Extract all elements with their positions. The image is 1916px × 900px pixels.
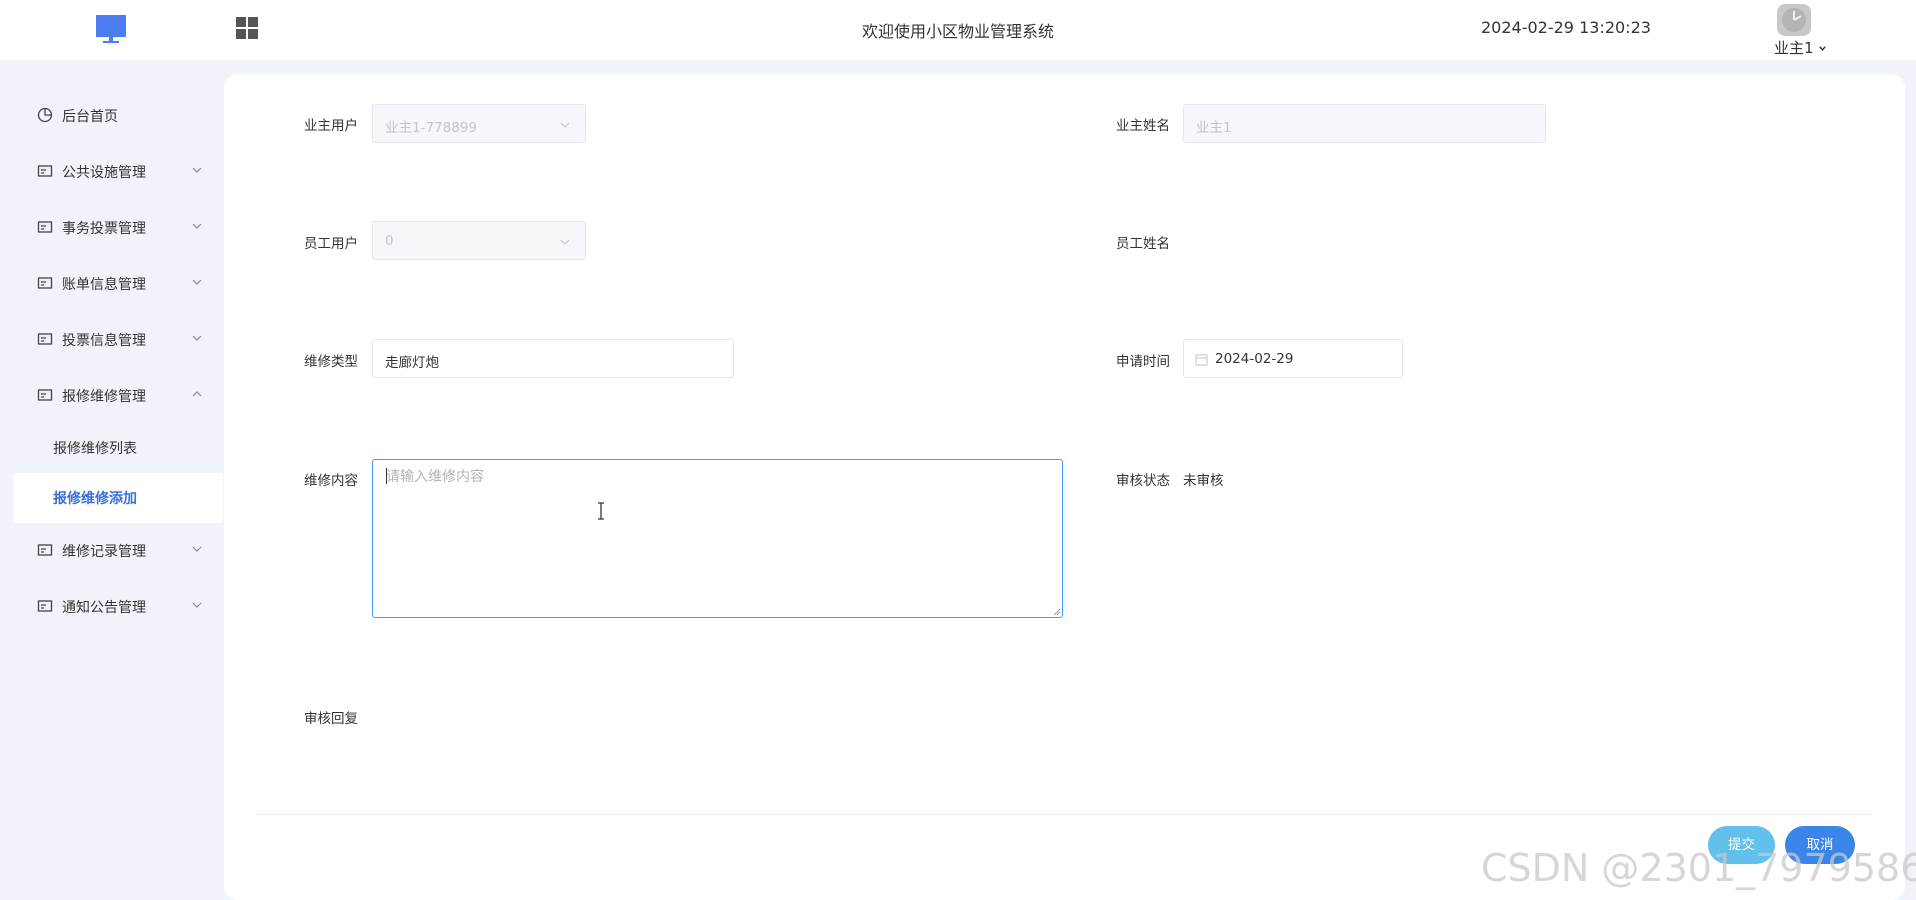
document-icon xyxy=(37,221,53,233)
document-icon xyxy=(37,600,53,612)
sidebar-item-bills[interactable]: 账单信息管理 xyxy=(0,263,224,303)
user-name: 业主1 xyxy=(1774,39,1814,57)
chevron-down-icon xyxy=(192,602,202,608)
pie-chart-icon xyxy=(37,107,53,123)
sidebar-item-affairs-voting[interactable]: 事务投票管理 xyxy=(0,207,224,247)
content-textarea[interactable]: 请输入维修内容 xyxy=(372,459,1063,618)
sidebar-item-label: 报修维修管理 xyxy=(62,389,146,405)
ibeam-cursor-icon xyxy=(598,502,604,520)
apply-time-date-picker[interactable]: 2024-02-29 xyxy=(1183,339,1403,378)
sidebar-item-label: 通知公告管理 xyxy=(62,600,146,616)
owner-user-label: 业主用户 xyxy=(304,118,358,134)
avatar-clock-icon xyxy=(1782,8,1806,32)
review-reply-label: 审核回复 xyxy=(304,711,358,727)
staff-user-value: 0 xyxy=(385,233,394,249)
text-caret xyxy=(386,468,387,484)
calendar-icon xyxy=(1195,354,1208,366)
apply-time-label: 申请时间 xyxy=(1116,354,1170,370)
staff-user-label: 员工用户 xyxy=(304,236,358,252)
owner-name-value: 业主1 xyxy=(1196,120,1232,136)
sidebar-subitem-repair-list[interactable]: 报修维修列表 xyxy=(13,423,223,473)
chevron-down-icon xyxy=(1819,46,1827,51)
staff-user-select: 0 xyxy=(372,221,586,260)
owner-name-field: 业主1 xyxy=(1183,104,1546,143)
top-header: 欢迎使用小区物业管理系统 2024-02-29 13:20:23 业主1 xyxy=(0,0,1916,60)
document-icon xyxy=(37,544,53,556)
sidebar-subitem-repair-add[interactable]: 报修维修添加 xyxy=(13,473,223,523)
sidebar-item-label: 后台首页 xyxy=(62,109,118,125)
document-icon xyxy=(37,277,53,289)
resize-handle-icon[interactable] xyxy=(1051,606,1061,616)
sidebar-item-notices[interactable]: 通知公告管理 xyxy=(0,586,224,626)
sidebar-item-label: 账单信息管理 xyxy=(62,277,146,293)
apply-time-value: 2024-02-29 xyxy=(1215,351,1294,367)
owner-user-select: 业主1-778899 xyxy=(372,104,586,143)
content-placeholder: 请输入维修内容 xyxy=(386,469,484,485)
form-divider xyxy=(256,814,1872,815)
repair-type-value: 走廊灯炮 xyxy=(385,355,439,371)
watermark: CSDN @2301_79795862 xyxy=(1481,846,1916,890)
sidebar-item-home[interactable]: 后台首页 xyxy=(0,95,224,135)
chevron-down-icon xyxy=(192,546,202,552)
sidebar-subitem-label: 报修维修列表 xyxy=(53,441,137,457)
chevron-down-icon xyxy=(192,335,202,341)
document-icon xyxy=(37,333,53,345)
sidebar-item-vote-info[interactable]: 投票信息管理 xyxy=(0,319,224,359)
sidebar-item-label: 事务投票管理 xyxy=(62,221,146,237)
chevron-down-icon xyxy=(192,279,202,285)
chevron-down-icon xyxy=(192,223,202,229)
sidebar-item-label: 公共设施管理 xyxy=(62,165,146,181)
sidebar-item-label: 投票信息管理 xyxy=(62,333,146,349)
user-menu-dropdown[interactable]: 业主1 xyxy=(1774,37,1827,58)
staff-name-label: 员工姓名 xyxy=(1116,236,1170,252)
owner-user-value: 业主1-778899 xyxy=(385,120,477,136)
chevron-down-icon xyxy=(192,167,202,173)
repair-type-input[interactable]: 走廊灯炮 xyxy=(372,339,734,378)
chevron-down-icon xyxy=(560,239,570,245)
sidebar-item-repair[interactable]: 报修维修管理 xyxy=(0,375,224,415)
sidebar-item-label: 维修记录管理 xyxy=(62,544,146,560)
content-label: 维修内容 xyxy=(304,473,358,489)
header-datetime: 2024-02-29 13:20:23 xyxy=(1481,18,1651,37)
chevron-up-icon xyxy=(192,391,202,397)
document-icon xyxy=(37,389,53,401)
review-status-label: 审核状态 xyxy=(1116,473,1170,489)
repair-type-label: 维修类型 xyxy=(304,354,358,370)
sidebar-item-public-facilities[interactable]: 公共设施管理 xyxy=(0,151,224,191)
chevron-down-icon xyxy=(560,122,570,128)
sidebar-subitem-label: 报修维修添加 xyxy=(53,491,137,507)
owner-name-label: 业主姓名 xyxy=(1116,118,1170,134)
sidebar-item-repair-records[interactable]: 维修记录管理 xyxy=(0,530,224,570)
document-icon xyxy=(37,165,53,177)
sidebar: 后台首页 公共设施管理 事务投票管理 账单信息管理 投票信息管理 报修维修管理 … xyxy=(0,60,224,900)
review-status-value: 未审核 xyxy=(1183,473,1224,489)
avatar[interactable] xyxy=(1777,4,1811,36)
